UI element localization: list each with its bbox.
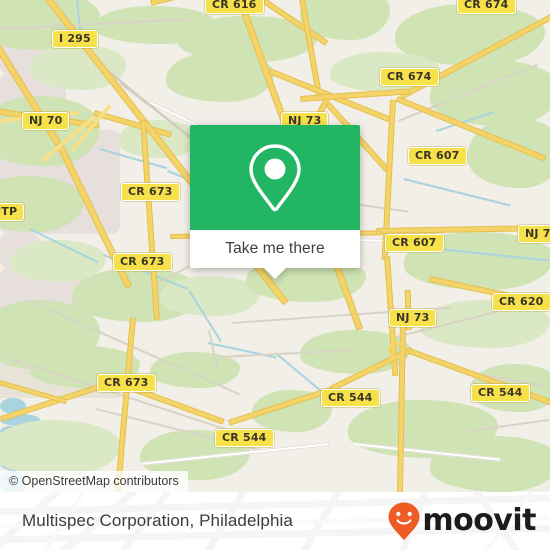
road-shield: JTP [0,203,25,221]
road-shield: CR 674 [457,0,516,14]
moovit-wordmark: moovit [422,503,536,538]
popup-card-header [190,125,360,230]
moovit-map-screenshot: CR 616 CR 674 I 295 CR 674 NJ 70 NJ 73 CR 607 C… [0,0,550,550]
road-shield: CR 607 [385,234,444,252]
moovit-logo[interactable]: moovit [387,501,536,541]
road-shield: CR 544 [321,389,380,407]
popup-pointer-tail [264,268,286,279]
road-shield: CR 616 [205,0,264,14]
moovit-pin-smiley-icon [388,502,420,540]
location-pin-icon [249,143,301,211]
footer-content: Multispec Corporation, Philadelphia moov… [0,492,550,550]
landuse-green [430,436,550,492]
roundabout [388,342,405,359]
road-shield: CR 544 [471,384,530,402]
footer-bar: Multispec Corporation, Philadelphia moov… [0,492,550,550]
road-shield: CR 674 [380,68,439,86]
location-popup-card[interactable]: Take me there [190,125,360,279]
road-shield: NJ 73 [389,309,437,327]
landuse-green [0,420,120,476]
road-shield: CR 673 [97,374,156,392]
road-shield: I 295 [52,30,98,48]
osm-attribution[interactable]: © OpenStreetMap contributors [0,471,188,492]
place-title: Multispec Corporation, Philadelphia [22,511,293,530]
road-shield: CR 620 [492,293,550,311]
road-shield: NJ 70 [22,112,70,130]
road-shield: CR 544 [215,429,274,447]
road-shield: CR 607 [408,147,467,165]
road-shield: CR 673 [113,253,172,271]
popup-card-action[interactable]: Take me there [190,230,360,279]
road-shield: NJ 70 [518,225,550,243]
road-shield: CR 673 [121,183,180,201]
take-me-there-label: Take me there [225,240,325,257]
